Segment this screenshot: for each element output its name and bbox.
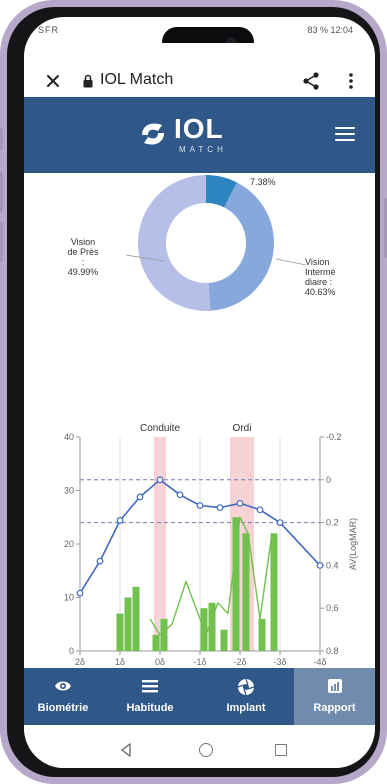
y-left-tick-label: 0 bbox=[69, 646, 74, 656]
side-button bbox=[0, 128, 3, 150]
green-bar bbox=[220, 629, 228, 651]
logo-text: IOL bbox=[174, 113, 224, 144]
page-title: IOL Match bbox=[100, 71, 174, 88]
visual-acuity-chart: Conduite Ordi 0 10 20 30 40 -0.2 0 0.2 0.4 0.6 0.8 AV… bbox=[64, 423, 358, 668]
pie-leader-line-1 bbox=[275, 258, 307, 266]
green-bar bbox=[160, 618, 168, 651]
nav-label-biometrie: Biométrie bbox=[37, 702, 89, 714]
x-tick-label-top: 1δ bbox=[115, 657, 125, 667]
eye-icon bbox=[55, 681, 71, 691]
zone-label-1: Ordi bbox=[233, 423, 252, 434]
y-right-tick-label: 0.2 bbox=[326, 518, 339, 528]
acuity-point bbox=[316, 561, 324, 569]
report-icon bbox=[328, 679, 342, 693]
y-left-tick-label: 40 bbox=[64, 432, 74, 442]
carrier-text: SFR bbox=[38, 25, 59, 35]
y-right-tick-label: 0.8 bbox=[326, 646, 339, 656]
acuity-point bbox=[216, 504, 224, 512]
nav-habitude[interactable]: Habitude bbox=[102, 668, 198, 725]
acuity-point bbox=[156, 476, 164, 484]
iol-match-logo[interactable]: IOL MATCH bbox=[136, 111, 276, 161]
status-right-text: 83 % 12:04 bbox=[307, 25, 353, 35]
y-right-axis-label: AV(LogMAR) bbox=[348, 518, 358, 570]
volume-up-button bbox=[0, 172, 3, 212]
nav-label-habitude: Habitude bbox=[126, 702, 174, 714]
nav-biometrie[interactable]: Biométrie bbox=[24, 668, 102, 725]
aperture-icon bbox=[237, 678, 255, 696]
x-tick-label-top: 2δ bbox=[75, 657, 85, 667]
recent-apps-icon[interactable] bbox=[275, 744, 287, 756]
green-bar bbox=[152, 634, 160, 651]
lock-icon bbox=[83, 74, 93, 88]
pie-label-intermediate: Vision Intermé diaire :40.63% bbox=[305, 257, 336, 297]
logo-mark-icon bbox=[142, 123, 164, 145]
zone-label-0: Conduite bbox=[140, 423, 180, 434]
acuity-point bbox=[116, 517, 124, 524]
nav-rapport[interactable]: Rapport bbox=[294, 668, 375, 725]
acuity-point bbox=[196, 502, 204, 509]
system-navigation-bar bbox=[24, 725, 375, 768]
green-bar bbox=[132, 586, 140, 651]
y-left-tick-label: 30 bbox=[64, 486, 74, 496]
acuity-point bbox=[276, 519, 284, 526]
list-icon bbox=[142, 680, 158, 693]
pie-label-top: 7.38% bbox=[250, 177, 276, 187]
pie-slice-2 bbox=[137, 175, 211, 311]
green-bar bbox=[124, 597, 132, 651]
app-header: IOL MATCH bbox=[24, 97, 375, 173]
green-bar bbox=[270, 533, 278, 651]
volume-down-button bbox=[0, 222, 3, 262]
acuity-point bbox=[236, 499, 244, 507]
more-options-icon[interactable] bbox=[348, 72, 354, 90]
bottom-navigation: Biométrie Habitude Implant Rapport bbox=[24, 668, 375, 725]
x-tick-label-top: -1δ bbox=[193, 657, 206, 667]
green-bar bbox=[258, 618, 266, 651]
hamburger-menu-icon[interactable] bbox=[335, 127, 355, 142]
y-right-tick-label: -0.2 bbox=[326, 432, 342, 442]
y-left-tick-label: 10 bbox=[64, 593, 74, 603]
nav-implant[interactable]: Implant bbox=[198, 668, 294, 725]
nav-label-rapport: Rapport bbox=[313, 702, 356, 714]
phone-frame: SFR 83 % 12:04 IOL Match IOL MATCH 7.38%… bbox=[0, 0, 387, 784]
green-bar bbox=[232, 517, 240, 651]
acuity-point bbox=[136, 493, 144, 501]
acuity-point bbox=[176, 491, 184, 499]
screen: SFR 83 % 12:04 IOL Match IOL MATCH 7.38%… bbox=[24, 17, 375, 768]
green-bar bbox=[242, 533, 250, 651]
y-left-tick-label: 20 bbox=[64, 539, 74, 549]
y-right-tick-label: 0 bbox=[326, 475, 331, 485]
browser-toolbar: IOL Match bbox=[24, 43, 375, 97]
y-right-tick-label: 0.4 bbox=[326, 560, 339, 570]
acuity-point bbox=[96, 557, 104, 565]
close-icon[interactable] bbox=[46, 74, 60, 88]
home-icon[interactable] bbox=[199, 743, 213, 757]
x-tick-label-top: 0δ bbox=[155, 657, 165, 667]
report-content: 7.38% Vision Intermé diaire :40.63% Vision… bbox=[24, 173, 375, 668]
nav-label-implant: Implant bbox=[226, 702, 266, 714]
acuity-point bbox=[256, 506, 264, 514]
share-icon[interactable] bbox=[302, 72, 320, 90]
x-tick-label-top: -2δ bbox=[233, 657, 246, 667]
x-tick-label-top: -4δ bbox=[313, 657, 326, 667]
acuity-point bbox=[76, 589, 84, 597]
y-right-tick-label: 0.6 bbox=[326, 603, 339, 613]
back-icon[interactable] bbox=[120, 743, 132, 757]
x-tick-label-top: -3δ bbox=[273, 657, 286, 667]
pie-label-near: Vision de Près:49.99% bbox=[67, 237, 99, 277]
logo-subtext: MATCH bbox=[179, 145, 227, 154]
green-bar bbox=[116, 613, 124, 651]
